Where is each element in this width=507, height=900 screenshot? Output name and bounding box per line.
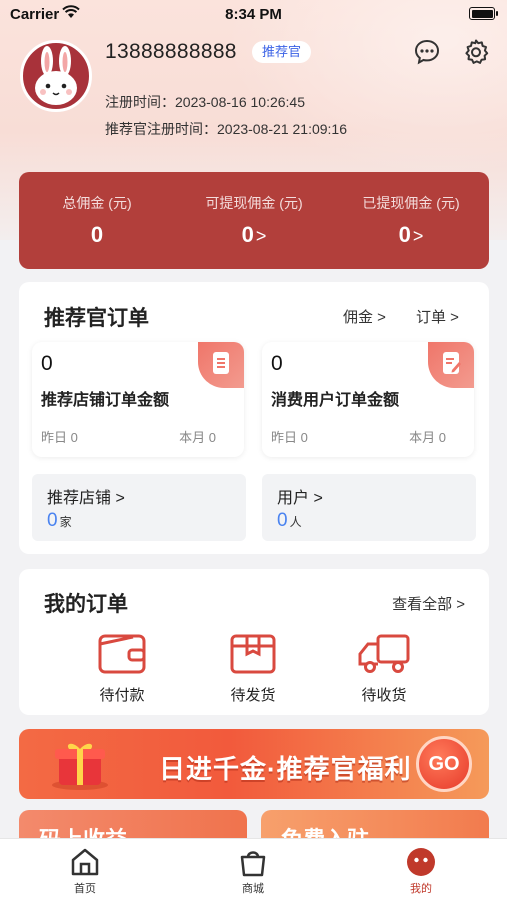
settings-icon[interactable] [462, 38, 490, 66]
withdrawable-commission-value: 0 > [241, 222, 267, 247]
referred-stores-label: 推荐店铺 > [47, 490, 125, 507]
status-bar: Carrier 8:34 PM [0, 0, 507, 30]
clock: 8:34 PM [225, 6, 282, 23]
tab-bar: 首页 商城 我的 [0, 838, 507, 900]
referrer-orders-card: 推荐官订单 佣金 > 订单 > 0 推荐店铺订单金额 昨日 0 本月 0 0 消… [19, 282, 489, 554]
tab-mall-label: 商城 [242, 883, 264, 895]
message-icon[interactable] [413, 38, 441, 66]
user-phone: 13888888888 [105, 40, 237, 63]
referrer-orders-title: 推荐官订单 [44, 307, 149, 330]
home-icon [71, 848, 99, 876]
go-button[interactable]: GO [416, 736, 472, 792]
truck-icon [358, 634, 410, 673]
store-order-amount-card[interactable]: 0 推荐店铺订单金额 昨日 0 本月 0 [32, 342, 244, 457]
edit-document-icon [428, 342, 474, 388]
tab-mine[interactable]: 我的 [381, 847, 461, 896]
withdrawable-commission[interactable]: 可提现佣金 (元) 0 > [176, 172, 332, 269]
total-commission-value: 0 [90, 222, 104, 247]
battery-icon [469, 7, 498, 20]
withdrawn-commission-label: 已提现佣金 (元) [362, 195, 460, 211]
profile-face-icon [407, 848, 435, 876]
referrer-benefits-banner[interactable]: 日进千金·推荐官福利 GO [19, 729, 489, 799]
banner-text: 日进千金·推荐官福利 [159, 754, 412, 784]
referrer-register-time: 推荐官注册时间：2023-08-21 21:09:16 [105, 121, 347, 137]
my-orders-card: 我的订单 查看全部 > 待付款 待发货 待收货 [19, 569, 489, 715]
orders-link[interactable]: 订单 > [416, 306, 459, 327]
pending-receipt-label: 待收货 [361, 687, 407, 704]
user-order-amount: 0 [271, 352, 283, 375]
commission-link[interactable]: 佣金 > [343, 306, 386, 327]
tab-mall[interactable]: 商城 [213, 847, 293, 896]
chevron-right-icon: > [255, 226, 267, 246]
gift-box-icon [52, 743, 108, 790]
role-badge: 推荐官 [252, 41, 312, 63]
commission-summary-card: 总佣金 (元) 0 可提现佣金 (元) 0 > 已提现佣金 (元) 0 > [19, 172, 489, 269]
total-commission: 总佣金 (元) 0 [19, 172, 175, 269]
user-order-amount-title: 消费用户订单金额 [271, 392, 400, 409]
package-icon [230, 634, 276, 674]
wallet-icon [98, 634, 146, 674]
store-order-amount: 0 [41, 352, 53, 375]
withdrawable-commission-label: 可提现佣金 (元) [205, 195, 303, 211]
tab-home[interactable]: 首页 [45, 847, 125, 896]
referred-stores-stat[interactable]: 推荐店铺 > 0家 [32, 474, 246, 541]
document-icon [198, 342, 244, 388]
pending-shipment-label: 待发货 [230, 687, 276, 704]
tab-home-label: 首页 [74, 883, 96, 895]
order-pending-shipment[interactable]: 待发货 [208, 632, 298, 704]
pending-payment-label: 待付款 [99, 687, 145, 704]
register-time: 注册时间：2023-08-16 10:26:45 [105, 94, 305, 110]
total-commission-label: 总佣金 (元) [62, 195, 132, 211]
withdrawn-commission-value: 0 > [398, 222, 424, 247]
referred-stores-value: 0家 [47, 510, 72, 531]
user-order-month: 本月 0 [409, 430, 446, 445]
users-label: 用户 > [277, 490, 323, 507]
user-order-yesterday: 昨日 0 [271, 430, 308, 445]
users-value: 0人 [277, 510, 302, 531]
shopping-bag-icon [240, 851, 266, 877]
avatar[interactable] [20, 40, 92, 112]
order-pending-receipt[interactable]: 待收货 [339, 632, 429, 704]
order-pending-payment[interactable]: 待付款 [77, 632, 167, 704]
users-stat[interactable]: 用户 > 0人 [262, 474, 476, 541]
user-order-amount-card[interactable]: 0 消费用户订单金额 昨日 0 本月 0 [262, 342, 474, 457]
my-orders-title: 我的订单 [44, 593, 128, 616]
store-order-month: 本月 0 [179, 430, 216, 445]
view-all-orders-link[interactable]: 查看全部 > [392, 593, 465, 614]
rabbit-avatar-icon [35, 46, 77, 105]
store-order-yesterday: 昨日 0 [41, 430, 78, 445]
store-order-amount-title: 推荐店铺订单金额 [41, 392, 170, 409]
chevron-right-icon: > [412, 226, 424, 246]
tab-mine-label: 我的 [410, 883, 432, 895]
withdrawn-commission[interactable]: 已提现佣金 (元) 0 > [333, 172, 489, 269]
